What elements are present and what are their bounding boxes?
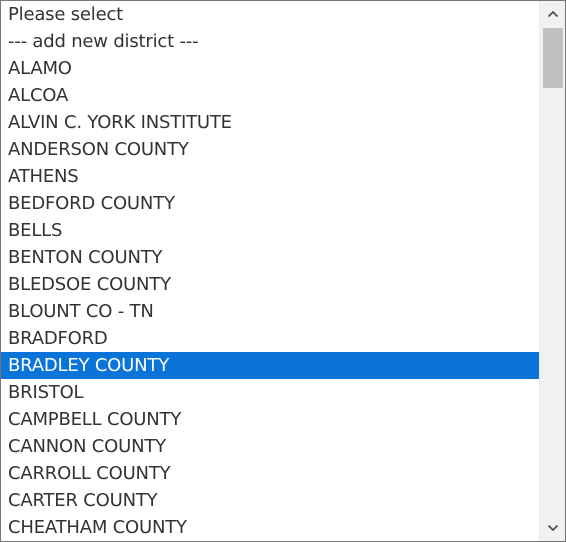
option-district[interactable]: BENTON COUNTY (1, 244, 539, 271)
scroll-up-button[interactable] (540, 1, 565, 27)
chevron-down-icon (547, 524, 559, 532)
option-district[interactable]: ATHENS (1, 163, 539, 190)
vertical-scrollbar[interactable] (539, 1, 565, 541)
option-district[interactable]: ANDERSON COUNTY (1, 136, 539, 163)
option-district[interactable]: BRISTOL (1, 379, 539, 406)
chevron-up-icon (547, 10, 559, 18)
option-district[interactable]: BEDFORD COUNTY (1, 190, 539, 217)
district-options: Please select --- add new district --- A… (1, 1, 539, 541)
option-district[interactable]: CAMPBELL COUNTY (1, 406, 539, 433)
option-district[interactable]: BRADFORD (1, 325, 539, 352)
option-please-select[interactable]: Please select (1, 1, 539, 28)
option-district[interactable]: BLOUNT CO - TN (1, 298, 539, 325)
option-district[interactable]: BLEDSOE COUNTY (1, 271, 539, 298)
option-district[interactable]: CARTER COUNTY (1, 487, 539, 514)
scrollbar-thumb[interactable] (543, 28, 563, 88)
option-district[interactable]: ALAMO (1, 55, 539, 82)
scroll-down-button[interactable] (540, 515, 565, 541)
option-district[interactable]: CHEATHAM COUNTY (1, 514, 539, 541)
district-listbox[interactable]: Please select --- add new district --- A… (0, 0, 566, 542)
option-district[interactable]: ALCOA (1, 82, 539, 109)
option-district[interactable]: CARROLL COUNTY (1, 460, 539, 487)
option-district[interactable]: BELLS (1, 217, 539, 244)
option-district-selected[interactable]: BRADLEY COUNTY (1, 352, 539, 379)
option-district[interactable]: CANNON COUNTY (1, 433, 539, 460)
option-add-new-district[interactable]: --- add new district --- (1, 28, 539, 55)
option-district[interactable]: ALVIN C. YORK INSTITUTE (1, 109, 539, 136)
